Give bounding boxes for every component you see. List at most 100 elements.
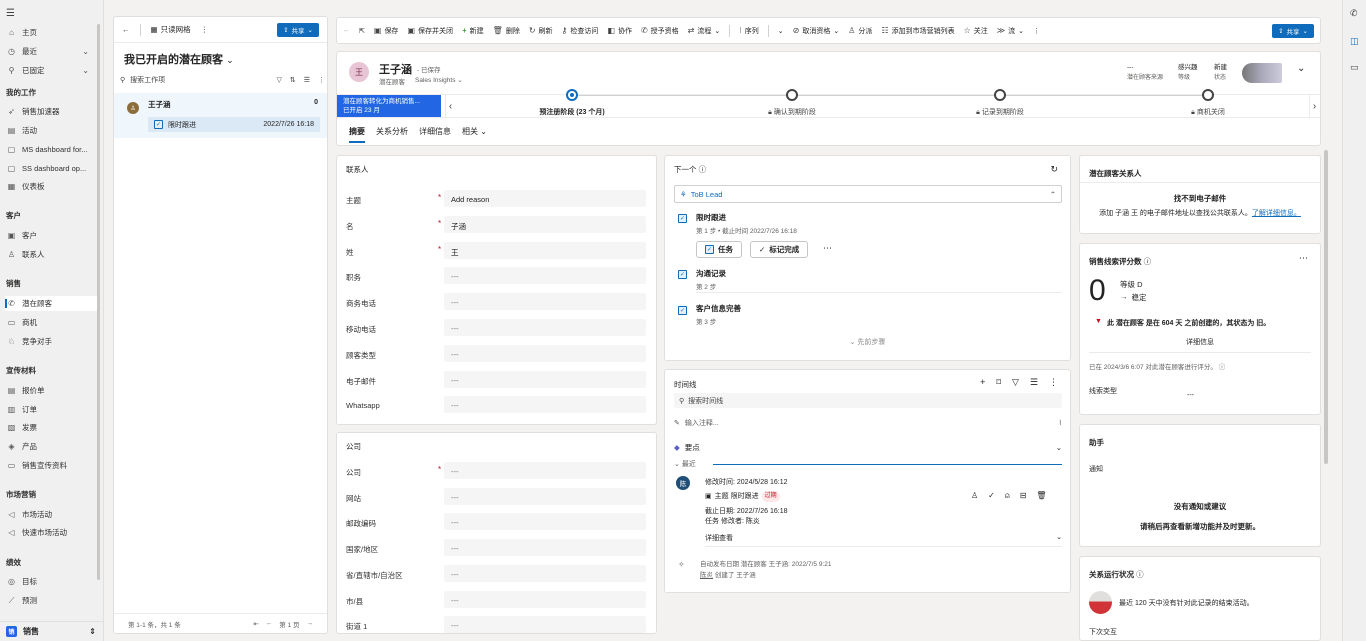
field-input[interactable]: --- <box>444 267 646 285</box>
details-link[interactable]: 详细信息 <box>1080 337 1320 347</box>
field-input[interactable]: --- <box>444 539 646 557</box>
field-input[interactable]: 子涵 <box>444 215 646 233</box>
more-icon[interactable]: ⋮ <box>201 25 209 34</box>
nav-goals[interactable]: ◎ 目标 <box>5 574 97 589</box>
cmd-refresh[interactable]: ↻ 刷新 <box>529 26 553 36</box>
bpf-active-process[interactable]: 潜在顾客转化为商机销售... 已开启 23 月 <box>337 95 441 117</box>
bpf-stage-dot[interactable] <box>994 89 1006 101</box>
refresh-icon[interactable]: ↻ <box>1050 164 1058 175</box>
teams-chat-icon[interactable]: ▭ <box>1350 62 1359 73</box>
timeline-search[interactable]: ⚲ 搜索时间线 <box>674 393 1062 408</box>
more-icon[interactable]: ⋮ <box>318 76 325 84</box>
nav-products[interactable]: ◈ 产品 <box>5 439 97 454</box>
previous-steps-toggle[interactable]: ⌄ 先前步骤 <box>665 337 1070 347</box>
field-input[interactable]: --- <box>444 370 646 388</box>
entry-details-toggle[interactable]: 详细查看 ⌄ <box>705 533 1062 543</box>
next-page-icon[interactable]: → <box>307 620 314 627</box>
back-arrow-icon[interactable]: ← <box>122 25 130 34</box>
nav-sales-literature[interactable]: ▭ 销售宣传资料 <box>5 458 97 473</box>
cmd-qualify[interactable]: ✆ 授予资格 <box>641 26 679 36</box>
trash-icon[interactable]: 🗑 <box>1036 491 1046 501</box>
nav-contacts[interactable]: ♙ 联系人 <box>5 247 97 262</box>
bpf-stage[interactable]: 🔒︎ 商机关闭 <box>1191 107 1225 117</box>
cmd-collaborate[interactable]: ◧ 协作 <box>607 26 632 36</box>
nav-ms-dashboard[interactable]: ▢ MS dashboard for... <box>5 142 97 157</box>
cmd-delete[interactable]: 🗑 删除 <box>493 26 520 36</box>
nav-home[interactable]: ⌂ 主页 <box>5 25 97 40</box>
cmd-add-marketing-list[interactable]: ☷ 添加到市场营销列表 <box>881 26 954 36</box>
cmd-process[interactable]: ⇄ 流程 ⌄ <box>688 26 721 36</box>
owner-avatar[interactable] <box>1242 63 1282 83</box>
field-input[interactable]: --- <box>444 344 646 362</box>
copilot-icon[interactable]: ◫ <box>1350 36 1359 47</box>
list-share-button[interactable]: ⇪ 共享 ⌄ <box>277 22 319 37</box>
bookmark-icon[interactable]: ⌑ <box>996 377 1001 388</box>
form-selector[interactable]: Sales Insights ⌄ <box>415 76 463 86</box>
field-input[interactable]: --- <box>444 564 646 582</box>
chevron-down-icon[interactable]: ⌄ <box>778 27 784 35</box>
record-share-button[interactable]: ⇪ 共享 ⌄ <box>1272 23 1314 38</box>
cmd-assign[interactable]: ♙ 分派 <box>848 26 872 36</box>
check-icon[interactable]: ✓ <box>988 491 995 501</box>
user-link[interactable]: 陈炎 <box>700 572 713 579</box>
list-subitem[interactable]: ✓ 限时跟进 2022/7/26 16:18 <box>148 117 320 132</box>
nav-dashboards[interactable]: ▦ 仪表板 <box>5 179 97 194</box>
tab-relationship[interactable]: 关系分析 <box>376 126 408 143</box>
tab-details[interactable]: 详细信息 <box>419 126 451 143</box>
list-title[interactable]: 我已开启的潜在顾客 ⌄ <box>124 51 234 67</box>
cmd-new[interactable]: + 新建 <box>462 26 484 36</box>
field-input[interactable]: Add reason <box>444 190 646 207</box>
hamburger-icon[interactable]: ☰ <box>6 8 15 19</box>
field-input[interactable]: --- <box>444 590 646 608</box>
nav-orders[interactable]: ▥ 订单 <box>5 402 97 417</box>
list-item[interactable]: ♙ 王子涵 0 ✓ 限时跟进 2022/7/26 16:18 <box>114 93 327 138</box>
prev-page-icon[interactable]: ← <box>266 620 273 627</box>
more-icon[interactable]: ⋮ <box>1033 27 1040 35</box>
open-task-button[interactable]: ✓ 任务 <box>696 241 742 258</box>
field-input[interactable]: --- <box>444 396 646 414</box>
nav-scrollbar[interactable] <box>97 24 100 580</box>
nav-competitors[interactable]: ♘ 竞争对手 <box>5 334 97 349</box>
bpf-stage[interactable]: 🔒︎ 确认到期阶段 <box>768 107 816 117</box>
plus-icon[interactable]: + <box>980 377 985 388</box>
chevron-down-icon[interactable]: ⌄ <box>82 66 89 75</box>
mark-complete-button[interactable]: ✓ 标记完成 <box>750 241 809 258</box>
chevron-left-icon[interactable]: ‹ <box>445 95 455 117</box>
nav-ss-dashboard[interactable]: ▢ SS dashboard op... <box>5 161 97 176</box>
area-switcher[interactable]: 销 销售 ⇕ <box>0 621 104 641</box>
form-scrollbar[interactable] <box>1324 150 1328 464</box>
cmd-follow[interactable]: ☆ 关注 <box>964 26 988 36</box>
bpf-stage-dot[interactable] <box>566 89 578 101</box>
first-page-icon[interactable]: ⇤ <box>253 620 258 628</box>
open-new-window-icon[interactable]: ⇱ <box>359 27 365 35</box>
nav-invoices[interactable]: ▧ 发票 <box>5 420 97 435</box>
nav-leads[interactable]: ✆ 潜在顾客 <box>5 296 97 311</box>
filter-icon[interactable]: ▽ <box>276 76 281 84</box>
note-input[interactable]: ✎ 输入注释... ⌇ <box>674 416 1062 430</box>
more-icon[interactable]: ⋯ <box>1299 253 1308 264</box>
cmd-flow[interactable]: ≫ 流 ⌄ <box>997 26 1024 36</box>
nav-accounts[interactable]: ▣ 客户 <box>5 228 97 243</box>
cmd-sequence[interactable]: ⁝ 序列 <box>739 26 759 36</box>
highlights-toggle[interactable]: ◆ 要点 ⌄ <box>674 440 1062 454</box>
bell-icon[interactable]: ⍝ <box>1005 491 1010 501</box>
sort-icon[interactable]: ⇅ <box>290 76 296 84</box>
field-input[interactable]: --- <box>444 513 646 531</box>
cmd-save[interactable]: ▣ 保存 <box>374 26 399 36</box>
chevron-down-icon[interactable]: ⌄ <box>82 47 89 56</box>
cmd-disqualify[interactable]: ⊘ 取消资格 ⌄ <box>793 26 840 36</box>
bpf-stage-dot[interactable] <box>786 89 798 101</box>
nav-forecasts[interactable]: ⟋ 预测 <box>5 593 97 608</box>
chevron-down-icon[interactable]: ⌄ <box>1297 63 1305 74</box>
chevron-right-icon[interactable]: › <box>1309 95 1319 117</box>
bpf-stage[interactable]: 预注册阶段 (23 个月) <box>539 107 604 117</box>
sort-icon[interactable]: ☰ <box>1030 377 1038 388</box>
more-icon[interactable]: ⋯ <box>823 243 832 254</box>
field-input[interactable]: --- <box>444 487 646 505</box>
phone-icon[interactable]: ✆ <box>1350 8 1358 19</box>
field-input[interactable]: 王 <box>444 241 646 259</box>
nav-campaigns[interactable]: ◁ 市场活动 <box>5 507 97 522</box>
attachment-icon[interactable]: ⌇ <box>1059 419 1062 427</box>
nav-quick-campaigns[interactable]: ◁ 快速市场活动 <box>5 525 97 540</box>
back-arrow-icon[interactable]: ← <box>343 27 350 34</box>
